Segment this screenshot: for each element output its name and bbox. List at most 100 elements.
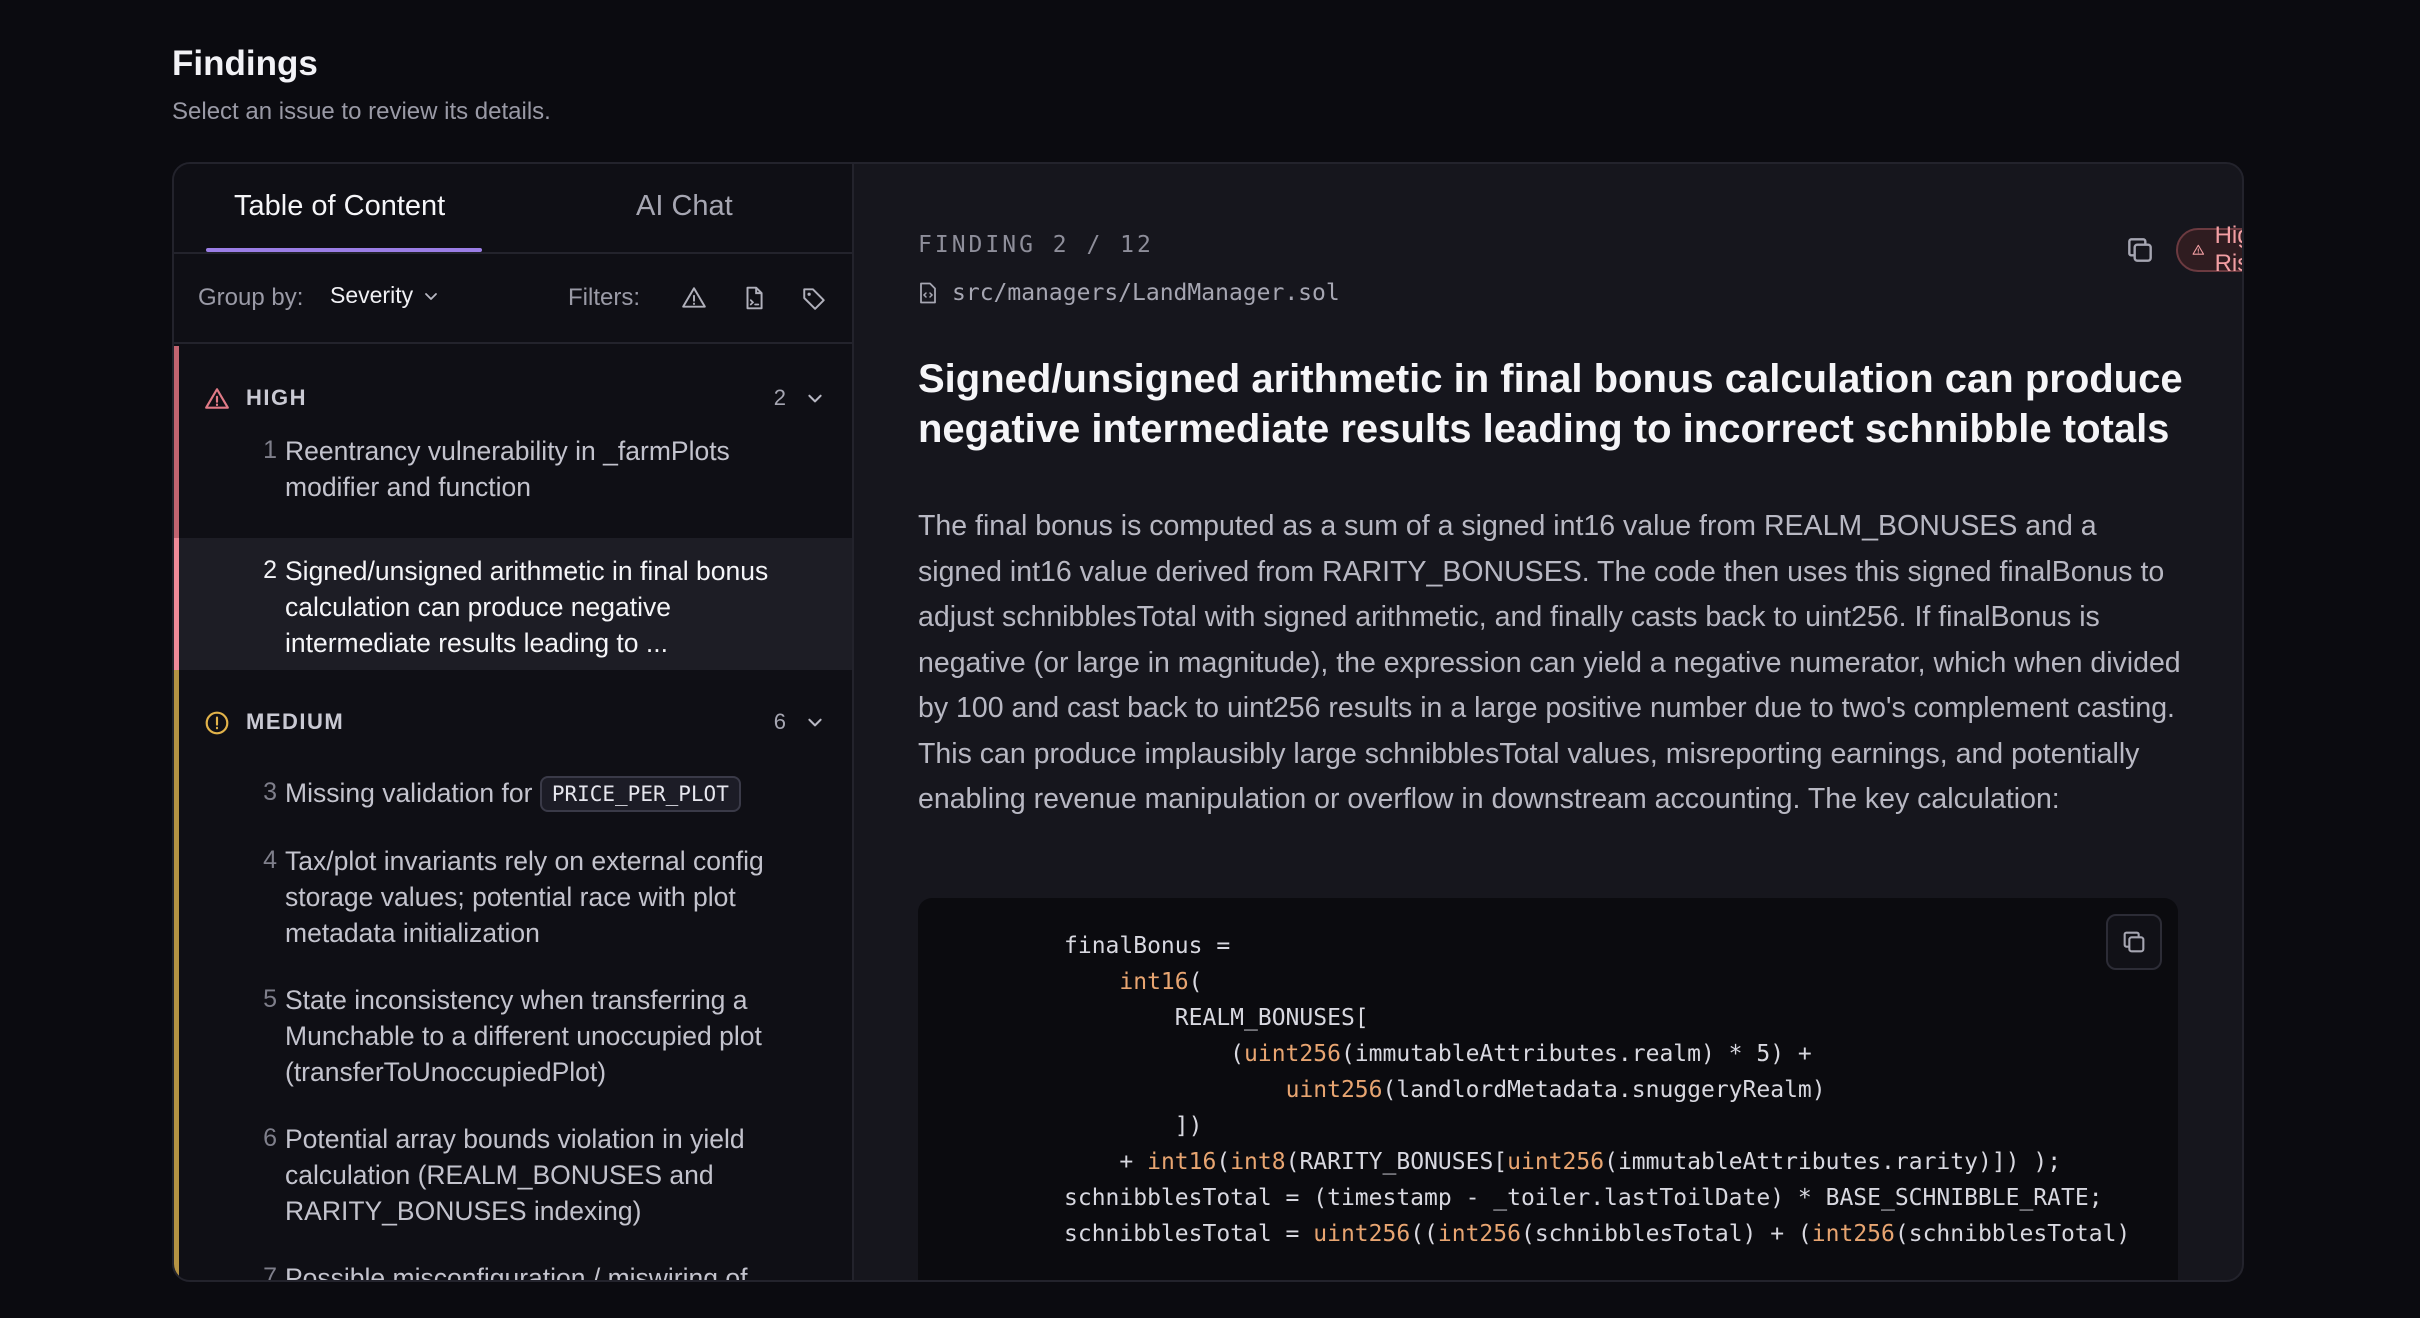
code-text: ( bbox=[1188, 969, 1203, 995]
code-keyword: uint256 bbox=[1285, 1077, 1383, 1103]
finding-item-4[interactable]: 4 Tax/plot invariants rely on external c… bbox=[179, 846, 852, 956]
code-keyword: uint256 bbox=[1507, 1149, 1605, 1175]
group-header-high[interactable]: HIGH 2 bbox=[174, 373, 852, 423]
copy-code-button[interactable] bbox=[2106, 914, 2162, 970]
group-header-medium[interactable]: MEDIUM 6 bbox=[174, 697, 852, 747]
active-tab-indicator bbox=[206, 248, 482, 252]
code-text: REALM_BONUSES[ bbox=[1064, 1005, 1369, 1031]
item-title: Signed/unsigned arithmetic in final bonu… bbox=[285, 556, 769, 658]
toc-sidebar: Table of Content AI Chat Group by: Sever… bbox=[174, 164, 854, 1280]
code-line: (uint256(immutableAttributes.realm) * 5)… bbox=[1064, 1036, 2130, 1072]
code-text: (immutableAttributes.rarity)]) ); bbox=[1604, 1149, 2062, 1175]
code-line: uint256(landlordMetadata.snuggeryRealm) bbox=[1064, 1072, 2130, 1108]
copy-icon[interactable] bbox=[2124, 234, 2156, 266]
code-text: (immutableAttributes.realm) * 5) + bbox=[1340, 1041, 1812, 1067]
item-title: Potential array bounds violation in yiel… bbox=[285, 1124, 745, 1226]
code-text: schnibblesTotal = (timestamp - _toiler.l… bbox=[1064, 1185, 2103, 1211]
item-number: 4 bbox=[263, 846, 277, 874]
code-text: + bbox=[1064, 1149, 1148, 1175]
code-line: finalBonus = bbox=[1064, 928, 2130, 964]
item-number: 2 bbox=[263, 556, 277, 584]
chevron-down-icon bbox=[808, 718, 822, 727]
chevron-down-icon bbox=[808, 394, 822, 403]
item-title: Possible misconfiguration / miswiring of bbox=[285, 1263, 748, 1280]
finding-item-1[interactable]: 1 Reentrancy vulnerability in _farmPlots… bbox=[179, 436, 852, 506]
file-icon[interactable] bbox=[738, 282, 770, 314]
code-chip: PRICE_PER_PLOT bbox=[539, 776, 741, 812]
item-title-text: Missing validation for bbox=[285, 778, 533, 808]
file-path[interactable]: src/managers/LandManager.sol bbox=[918, 280, 1340, 306]
item-title: Reentrancy vulnerability in _farmPlots m… bbox=[285, 436, 730, 502]
finding-item-7[interactable]: 7 Possible misconfiguration / miswiring … bbox=[179, 1263, 852, 1280]
item-number: 5 bbox=[263, 985, 277, 1013]
code-text: schnibblesTotal = bbox=[1064, 1221, 1314, 1247]
code-keyword: int256 bbox=[1437, 1221, 1521, 1247]
warning-triangle-icon bbox=[205, 388, 229, 409]
tab-table-of-content[interactable]: Table of Content bbox=[234, 190, 445, 223]
item-number: 7 bbox=[263, 1263, 277, 1280]
finding-counter: FINDING 2 / 12 bbox=[918, 232, 1154, 258]
filters-label: Filters: bbox=[568, 284, 640, 311]
code-text: (schnibblesTotal) bbox=[1894, 1221, 2131, 1247]
group-by-select[interactable]: Severity bbox=[330, 282, 439, 309]
group-name: MEDIUM bbox=[246, 709, 345, 734]
tag-icon[interactable] bbox=[798, 282, 830, 314]
code-keyword: int16 bbox=[1119, 969, 1189, 995]
finding-item-6[interactable]: 6 Potential array bounds violation in yi… bbox=[179, 1124, 852, 1234]
code-text: (( bbox=[1410, 1221, 1438, 1247]
findings-page: Findings Select an issue to review its d… bbox=[0, 0, 2420, 1318]
page-title: Findings bbox=[172, 44, 318, 83]
finding-detail: FINDING 2 / 12 High Risk src/managers/La… bbox=[854, 164, 2242, 1280]
warning-triangle-icon[interactable] bbox=[678, 282, 710, 314]
selected-item-indicator bbox=[174, 538, 179, 670]
code-keyword: uint256 bbox=[1244, 1041, 1341, 1067]
code-block: finalBonus = int16( REALM_BONUSES[ (uint… bbox=[918, 898, 2178, 1280]
group-name: HIGH bbox=[246, 385, 307, 410]
code-text: (landlordMetadata.snuggeryRealm) bbox=[1382, 1077, 1826, 1103]
warning-triangle-icon bbox=[2192, 244, 2205, 255]
risk-label: High Risk bbox=[2214, 222, 2242, 277]
group-by-label: Group by: bbox=[198, 284, 304, 311]
code-line: REALM_BONUSES[ bbox=[1064, 1000, 2130, 1036]
code-keyword: int256 bbox=[1811, 1221, 1895, 1247]
page-subtitle: Select an issue to review its details. bbox=[172, 98, 551, 125]
alert-circle-icon bbox=[205, 711, 229, 735]
code-text: ( bbox=[1064, 1041, 1245, 1067]
finding-item-3[interactable]: 3 Missing validation for PRICE_PER_PLOT bbox=[179, 774, 852, 822]
item-title: State inconsistency when transferring a … bbox=[285, 985, 762, 1087]
code-line: schnibblesTotal = (timestamp - _toiler.l… bbox=[1064, 1180, 2130, 1216]
sidebar-tabs: Table of Content AI Chat bbox=[174, 164, 852, 254]
file-code-icon bbox=[920, 282, 936, 304]
group-by-value: Severity bbox=[330, 282, 414, 308]
group-count: 6 bbox=[773, 709, 786, 734]
finding-title: Signed/unsigned arithmetic in final bonu… bbox=[918, 357, 2183, 451]
copy-icon bbox=[2123, 931, 2145, 953]
group-count: 2 bbox=[773, 385, 786, 410]
toc-toolbar: Group by: Severity Filters: bbox=[174, 254, 852, 344]
code-line: int16( bbox=[1064, 964, 2130, 1000]
file-path-text: src/managers/LandManager.sol bbox=[952, 280, 1340, 306]
code-lines: finalBonus = int16( REALM_BONUSES[ (uint… bbox=[1064, 928, 2130, 1252]
code-line: schnibblesTotal = uint256((int256(schnib… bbox=[1064, 1216, 2130, 1252]
code-keyword: int16 bbox=[1147, 1149, 1217, 1175]
chevron-down-icon bbox=[425, 292, 437, 300]
finding-item-5[interactable]: 5 State inconsistency when transferring … bbox=[179, 985, 852, 1095]
item-title: Missing validation for PRICE_PER_PLOT bbox=[285, 775, 805, 812]
item-title: Tax/plot invariants rely on external con… bbox=[285, 846, 764, 948]
findings-panel: Table of Content AI Chat Group by: Sever… bbox=[172, 162, 2244, 1282]
tab-ai-chat[interactable]: AI Chat bbox=[636, 190, 733, 223]
finding-description: The final bonus is computed as a sum of … bbox=[918, 510, 2181, 815]
finding-item-2[interactable]: 2 Signed/unsigned arithmetic in final bo… bbox=[179, 538, 852, 670]
code-keyword: uint256 bbox=[1313, 1221, 1411, 1247]
code-text: (RARITY_BONUSES[ bbox=[1285, 1149, 1508, 1175]
item-number: 3 bbox=[263, 778, 277, 806]
code-line: ]) bbox=[1064, 1108, 2130, 1144]
code-line: + int16(int8(RARITY_BONUSES[uint256(immu… bbox=[1064, 1144, 2130, 1180]
code-text: finalBonus = bbox=[1064, 933, 1231, 959]
item-number: 6 bbox=[263, 1124, 277, 1152]
risk-badge[interactable]: High Risk bbox=[2176, 222, 2242, 277]
code-text: (schnibblesTotal) + ( bbox=[1520, 1221, 1812, 1247]
code-text: ( bbox=[1216, 1149, 1231, 1175]
